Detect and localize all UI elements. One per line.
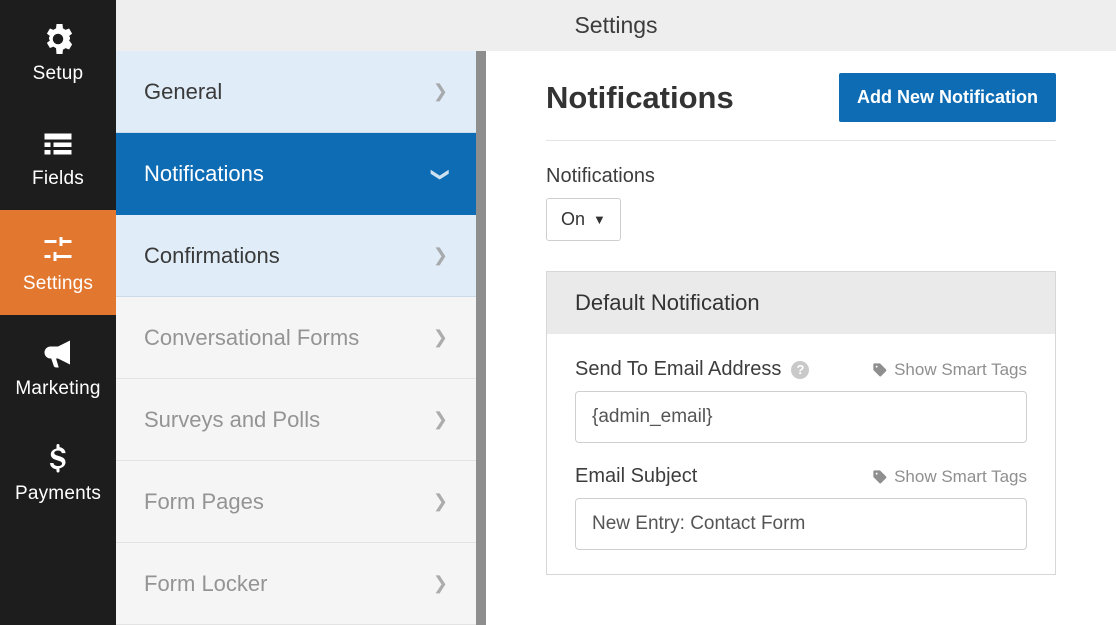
nav-settings[interactable]: Settings: [0, 210, 116, 315]
panel-header: Notifications Add New Notification: [546, 73, 1056, 141]
chevron-right-icon: ❯: [433, 245, 448, 266]
subnav-label: Form Pages: [144, 489, 264, 515]
nav-label: Payments: [15, 483, 101, 505]
chevron-down-icon: ❯: [430, 166, 451, 181]
subnav-label: Conversational Forms: [144, 325, 359, 351]
notifications-toggle-select[interactable]: On ▼: [546, 198, 621, 241]
subnav-conversational-forms[interactable]: Conversational Forms ❯: [116, 297, 476, 379]
gear-icon: [40, 21, 76, 57]
subnav-surveys-polls[interactable]: Surveys and Polls ❯: [116, 379, 476, 461]
nav-payments[interactable]: Payments: [0, 420, 116, 525]
sliders-icon: [40, 231, 76, 267]
send-to-input[interactable]: [575, 391, 1027, 443]
subnav-label: General: [144, 79, 222, 105]
smart-tags-text: Show Smart Tags: [894, 360, 1027, 380]
subject-label: Email Subject: [575, 465, 697, 488]
subnav-notifications[interactable]: Notifications ❯: [116, 133, 476, 215]
subnav-form-pages[interactable]: Form Pages ❯: [116, 461, 476, 543]
page-title-bar: Settings: [116, 0, 1116, 51]
nav-fields[interactable]: Fields: [0, 105, 116, 210]
subnav-confirmations[interactable]: Confirmations ❯: [116, 215, 476, 297]
show-smart-tags-link[interactable]: Show Smart Tags: [872, 360, 1027, 380]
bullhorn-icon: [40, 336, 76, 372]
tag-icon: [872, 362, 888, 378]
subnav-label: Confirmations: [144, 243, 280, 269]
subnav-label: Notifications: [144, 161, 264, 187]
toggle-label: Notifications: [546, 165, 1056, 188]
tag-icon: [872, 469, 888, 485]
primary-nav: Setup Fields Settings Marketing Payments: [0, 0, 116, 625]
dollar-icon: [40, 441, 76, 477]
send-to-label: Send To Email Address ?: [575, 358, 809, 381]
chevron-down-icon: ▼: [593, 212, 606, 227]
content-row: General ❯ Notifications ❯ Confirmations …: [116, 51, 1116, 625]
send-to-row: Send To Email Address ? Show Smart Tags: [575, 358, 1027, 443]
subject-row: Email Subject Show Smart Tags: [575, 465, 1027, 550]
help-icon[interactable]: ?: [791, 361, 809, 379]
card-title: Default Notification: [547, 272, 1055, 334]
subject-input[interactable]: [575, 498, 1027, 550]
subnav-form-locker[interactable]: Form Locker ❯: [116, 543, 476, 625]
list-icon: [40, 126, 76, 162]
nav-setup[interactable]: Setup: [0, 0, 116, 105]
toggle-value: On: [561, 209, 585, 230]
subnav-label: Surveys and Polls: [144, 407, 320, 433]
notification-card: Default Notification Send To Email Addre…: [546, 271, 1056, 575]
smart-tags-text: Show Smart Tags: [894, 467, 1027, 487]
nav-marketing[interactable]: Marketing: [0, 315, 116, 420]
card-body: Send To Email Address ? Show Smart Tags: [547, 334, 1055, 574]
main-column: Settings General ❯ Notifications ❯ Confi…: [116, 0, 1116, 625]
chevron-right-icon: ❯: [433, 409, 448, 430]
nav-label: Settings: [23, 273, 93, 295]
nav-label: Fields: [32, 168, 84, 190]
panel-heading: Notifications: [546, 80, 734, 116]
subnav-general[interactable]: General ❯: [116, 51, 476, 133]
show-smart-tags-link[interactable]: Show Smart Tags: [872, 467, 1027, 487]
chevron-right-icon: ❯: [433, 327, 448, 348]
chevron-right-icon: ❯: [433, 573, 448, 594]
label-text: Send To Email Address: [575, 358, 781, 381]
settings-subnav: General ❯ Notifications ❯ Confirmations …: [116, 51, 486, 625]
add-notification-button[interactable]: Add New Notification: [839, 73, 1056, 122]
chevron-right-icon: ❯: [433, 491, 448, 512]
chevron-right-icon: ❯: [433, 81, 448, 102]
page-title: Settings: [574, 12, 657, 39]
nav-label: Marketing: [15, 378, 100, 400]
nav-label: Setup: [33, 63, 84, 85]
subnav-label: Form Locker: [144, 571, 267, 597]
notifications-toggle-group: Notifications On ▼: [546, 165, 1056, 241]
settings-panel: Notifications Add New Notification Notif…: [476, 51, 1116, 625]
